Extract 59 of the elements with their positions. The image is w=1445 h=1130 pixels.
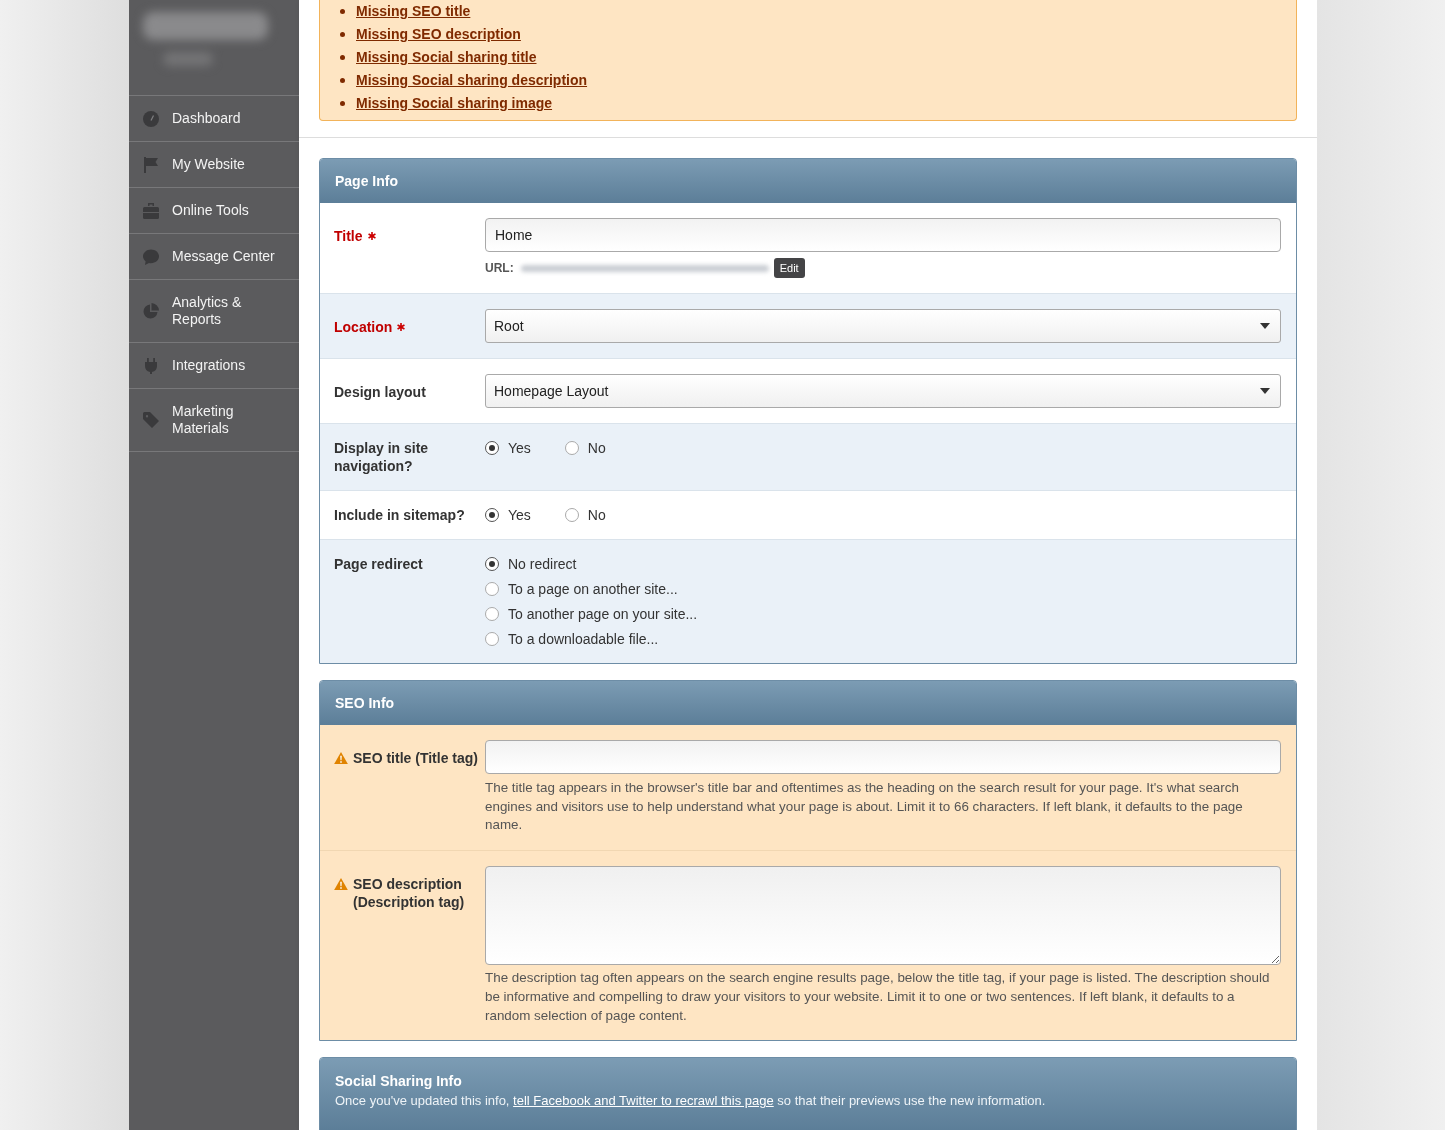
field-label: Display in site navigation? xyxy=(334,439,430,475)
toolbox-icon xyxy=(143,202,159,219)
edit-button[interactable]: Edit xyxy=(773,258,805,278)
panel-description: Once you've updated this info, tell Facebook and Twitter to recrawl this page so that their previews use the new information. xyxy=(335,1092,1047,1111)
bullet-icon xyxy=(340,9,345,14)
caret-icon xyxy=(1260,388,1270,394)
radio-button[interactable] xyxy=(485,582,499,596)
help-text: The title tag appears in the browser's title bar and oftentimes as the heading on the search result for your page. It's what search engines and visitors use to help understand what your page is about. Limit it to 66 characters. If left blank, it defaults to the page name. xyxy=(485,779,1244,835)
bullet-icon xyxy=(340,78,345,83)
dropdown[interactable]: Homepage Layout xyxy=(485,374,1281,408)
bullet-icon xyxy=(340,55,345,60)
plug-icon xyxy=(143,357,159,374)
pie-chart-icon xyxy=(143,303,159,319)
radio-button[interactable] xyxy=(485,557,499,571)
radio-button[interactable] xyxy=(485,607,499,621)
text-field[interactable]: Home xyxy=(485,218,1281,252)
inline-link[interactable]: tell Facebook and Twitter to recrawl this page xyxy=(513,1093,774,1109)
radio-label[interactable]: No xyxy=(587,506,606,524)
caret-icon xyxy=(1260,323,1270,329)
field-label: Location xyxy=(334,318,393,336)
text-field[interactable] xyxy=(485,740,1281,774)
warning-link[interactable]: Missing Social sharing title xyxy=(356,47,537,68)
asterisk-icon xyxy=(367,232,376,240)
field-label: SEO title (Title tag) xyxy=(353,749,478,767)
radio-button[interactable] xyxy=(485,441,499,455)
radio-label[interactable]: To a downloadable file... xyxy=(508,630,659,648)
radio-label[interactable]: To a page on another site... xyxy=(508,580,678,598)
radio-button[interactable] xyxy=(564,441,579,455)
warning-link[interactable]: Missing Social sharing image xyxy=(356,93,553,114)
text-area[interactable] xyxy=(485,866,1281,966)
radio-button[interactable] xyxy=(485,508,499,522)
radio-button[interactable] xyxy=(485,632,499,646)
dropdown[interactable]: Root xyxy=(485,309,1281,343)
bullet-icon xyxy=(340,32,345,37)
warning-link[interactable]: Missing SEO title xyxy=(356,1,471,22)
asterisk-icon xyxy=(397,323,406,331)
warning-link[interactable]: Missing SEO description xyxy=(356,24,521,45)
field-label: Title xyxy=(334,227,363,245)
tag-icon xyxy=(143,412,159,428)
radio-label[interactable]: No xyxy=(587,439,606,457)
gauge-icon xyxy=(143,110,159,127)
field-label: Include in sitemap? xyxy=(334,506,465,524)
url-label: URL: xyxy=(485,260,514,277)
bullet-icon xyxy=(340,101,345,106)
panel-title: SEO Info xyxy=(335,694,395,712)
panel-title: Page Info xyxy=(335,172,398,190)
panel-title: Social Sharing Info xyxy=(335,1072,463,1091)
radio-label[interactable]: No redirect xyxy=(508,555,577,573)
flag-icon xyxy=(143,156,159,173)
field-label: Page redirect xyxy=(334,555,423,573)
warning-link[interactable]: Missing Social sharing description xyxy=(356,70,588,91)
radio-label[interactable]: To another page on your site... xyxy=(508,605,698,623)
field-label: SEO description (Description tag) xyxy=(353,875,466,912)
help-text: The description tag often appears on the search engine results page, below the title tag, if your page is listed. The description should be informative and compelling to draw your visitors to your website. Limit it to one or two sentences. If left blank, it defaults to a random selection of page content. xyxy=(485,969,1271,1025)
field-label: Design layout xyxy=(334,383,426,401)
radio-label[interactable]: Yes xyxy=(508,506,531,524)
speech-bubble-icon xyxy=(143,248,159,265)
radio-button[interactable] xyxy=(564,508,579,522)
radio-label[interactable]: Yes xyxy=(508,439,531,457)
